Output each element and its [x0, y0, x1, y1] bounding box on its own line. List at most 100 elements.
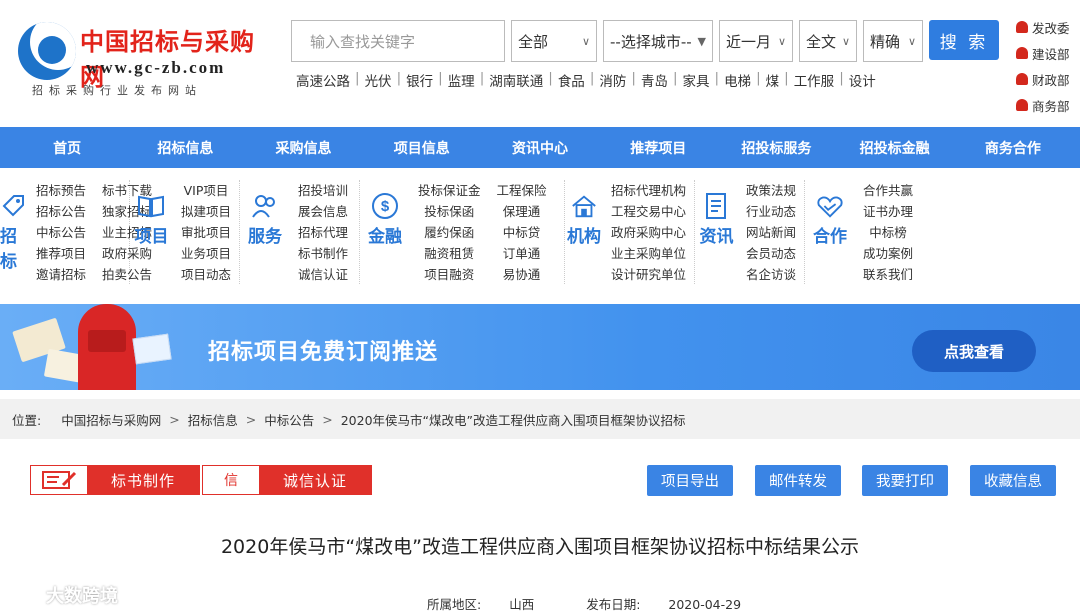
subscribe-banner[interactable]: 招标项目免费订阅推送 点我查看	[0, 304, 1080, 390]
service-link[interactable]: 标书制作	[298, 243, 348, 264]
service-link[interactable]: 招标公告	[36, 201, 86, 222]
service-link[interactable]: 中标榜	[863, 222, 913, 243]
service-link[interactable]: 工程保险	[497, 180, 547, 201]
service-link[interactable]: 招投培训	[298, 180, 348, 201]
service-link[interactable]: 招标预告	[36, 180, 86, 201]
service-link[interactable]: 招标代理	[298, 222, 348, 243]
service-link[interactable]: 履约保函	[418, 222, 481, 243]
service-link[interactable]: 成功案例	[863, 243, 913, 264]
nav-item[interactable]: 首页	[8, 138, 126, 158]
hot-keyword-link[interactable]: 青岛	[641, 70, 668, 90]
hot-keyword-link[interactable]: 设计	[849, 70, 876, 90]
hot-keyword-link[interactable]: 电梯	[724, 70, 751, 90]
department-link[interactable]: 财政部	[1016, 66, 1070, 92]
hot-keyword-link[interactable]: 高速公路	[296, 70, 350, 90]
export-button[interactable]: 项目导出	[647, 465, 733, 496]
tool-row: 标书制作 信 诚信认证 项目导出 邮件转发 我要打印 收藏信息	[0, 463, 1080, 497]
department-link[interactable]: 发改委	[1016, 14, 1070, 40]
precision-select[interactable]: 精确 ∨	[863, 20, 923, 62]
nav-item[interactable]: 资讯中心	[481, 138, 599, 158]
service-link[interactable]: 拟建项目	[181, 201, 231, 222]
service-link[interactable]: VIP项目	[181, 180, 231, 201]
service-link[interactable]: 项目动态	[181, 264, 231, 285]
nav-item[interactable]: 招标信息	[126, 138, 244, 158]
service-link[interactable]: 会员动态	[746, 243, 796, 264]
service-group-head[interactable]: 服务	[240, 192, 290, 247]
hot-keyword-link[interactable]: 煤	[766, 70, 780, 90]
print-button[interactable]: 我要打印	[862, 465, 948, 496]
hot-keyword-link[interactable]: 食品	[558, 70, 585, 90]
hot-keyword-link[interactable]: 银行	[406, 70, 433, 90]
service-link[interactable]: 邀请招标	[36, 264, 86, 285]
hot-keyword-link[interactable]: 湖南联通	[489, 70, 543, 90]
service-group-name: 机构	[566, 227, 601, 247]
search-button[interactable]: 搜 索	[929, 20, 999, 60]
service-link[interactable]: 中标贷	[497, 222, 547, 243]
department-link[interactable]: 建设部	[1016, 40, 1070, 66]
nav-item[interactable]: 招投标服务	[717, 138, 835, 158]
service-link[interactable]: 业务项目	[181, 243, 231, 264]
article-meta: 所属地区: 山西 发布日期: 2020-04-29	[427, 594, 789, 613]
department-link[interactable]: 商务部	[1016, 92, 1070, 118]
text-scope-select[interactable]: 全文 ∨	[799, 20, 857, 62]
period-select[interactable]: 近一月 ∨	[719, 20, 793, 62]
service-group-head[interactable]: 机构	[565, 192, 603, 247]
bid-doc-button[interactable]: 标书制作	[30, 465, 201, 495]
service-link[interactable]: 政府采购中心	[611, 222, 686, 243]
nav-item[interactable]: 采购信息	[244, 138, 362, 158]
service-link[interactable]: 合作共赢	[863, 180, 913, 201]
hot-keyword-link[interactable]: 工作服	[794, 70, 835, 90]
breadcrumb-item[interactable]: 中标公告	[264, 410, 314, 429]
region-info: 所属地区: 山西	[427, 597, 558, 612]
book-icon	[137, 192, 165, 220]
service-link[interactable]: 订单通	[497, 243, 547, 264]
breadcrumb-item[interactable]: 中国招标与采购网	[61, 410, 161, 429]
service-group-head[interactable]: 合作	[805, 192, 855, 247]
nav-item[interactable]: 招投标金融	[836, 138, 954, 158]
service-link[interactable]: 项目融资	[418, 264, 481, 285]
service-link[interactable]: 中标公告	[36, 222, 86, 243]
service-link[interactable]: 网站新闻	[746, 222, 796, 243]
credit-button[interactable]: 信 诚信认证	[202, 465, 373, 495]
service-link[interactable]: 推荐项目	[36, 243, 86, 264]
favorite-button[interactable]: 收藏信息	[970, 465, 1056, 496]
mail-forward-button[interactable]: 邮件转发	[755, 465, 841, 496]
search-input[interactable]: 输入查找关键字	[291, 20, 505, 62]
hot-keyword-link[interactable]: 消防	[599, 70, 626, 90]
hot-keyword-link[interactable]: 光伏	[365, 70, 392, 90]
service-link[interactable]: 工程交易中心	[611, 201, 686, 222]
service-link[interactable]: 联系我们	[863, 264, 913, 285]
hot-keyword-link[interactable]: 家具	[683, 70, 710, 90]
scope-select[interactable]: 全部 ∨	[511, 20, 597, 62]
service-link[interactable]: 诚信认证	[298, 264, 348, 285]
service-link[interactable]: 展会信息	[298, 201, 348, 222]
nav-item[interactable]: 商务合作	[954, 138, 1072, 158]
service-link[interactable]: 投标保证金	[418, 180, 481, 201]
nav-item[interactable]: 项目信息	[363, 138, 481, 158]
service-link[interactable]: 投标保函	[418, 201, 481, 222]
hot-keyword-link[interactable]: 监理	[448, 70, 475, 90]
service-link[interactable]: 政策法规	[746, 180, 796, 201]
service-link[interactable]: 设计研究单位	[611, 264, 686, 285]
banner-text: 招标项目免费订阅推送	[208, 340, 439, 365]
service-group-head[interactable]: 资讯	[695, 192, 738, 247]
service-link[interactable]: 审批项目	[181, 222, 231, 243]
service-group-head[interactable]: 招标	[0, 192, 28, 272]
site-logo[interactable]: 中国招标与采购网 www.gc-zb.com 招标采购行业发布网站	[14, 16, 276, 106]
service-group-head[interactable]: 项目	[130, 192, 173, 247]
city-select[interactable]: --选择城市-- ▼	[603, 20, 713, 62]
region-value: 山西	[509, 597, 535, 612]
service-link[interactable]: 招标代理机构	[611, 180, 686, 201]
service-link[interactable]: 名企访谈	[746, 264, 796, 285]
service-group-head[interactable]: $ 金融	[360, 192, 410, 247]
banner-view-button[interactable]: 点我查看	[912, 330, 1036, 372]
service-link[interactable]: 业主采购单位	[611, 243, 686, 264]
service-link[interactable]: 证书办理	[863, 201, 913, 222]
house-icon	[570, 192, 598, 220]
service-link[interactable]: 融资租赁	[418, 243, 481, 264]
service-link[interactable]: 易协通	[497, 264, 547, 285]
service-link[interactable]: 保理通	[497, 201, 547, 222]
service-link[interactable]: 行业动态	[746, 201, 796, 222]
breadcrumb-item[interactable]: 招标信息	[188, 410, 238, 429]
nav-item[interactable]: 推荐项目	[599, 138, 717, 158]
